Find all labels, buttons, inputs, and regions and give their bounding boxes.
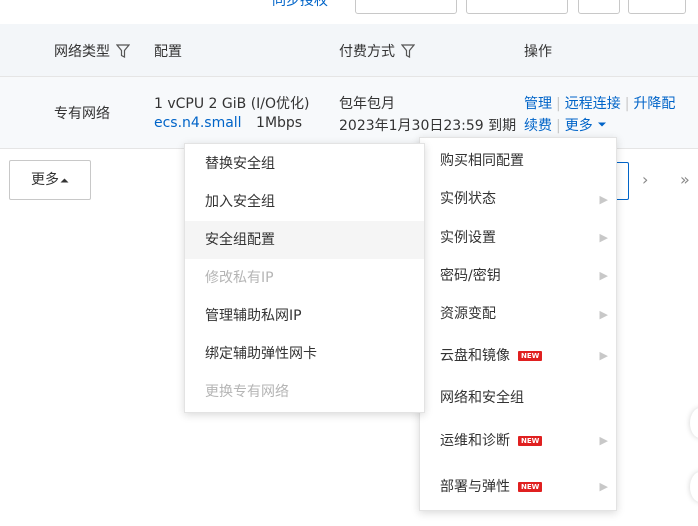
divider: |	[556, 96, 561, 112]
new-badge: NEW	[518, 436, 543, 446]
actions-line-2: 续费 | 更多	[524, 115, 607, 135]
next-page-icon[interactable]: ›	[642, 170, 648, 189]
more-menu-item-label: 部署与弹性	[440, 479, 510, 495]
config-spec: 1 vCPU 2 GiB (I/O优化)	[154, 96, 310, 112]
toolbar-icon-button-2[interactable]	[628, 0, 686, 14]
more-actions-menu: 购买相同配置 实例状态 ▶ 实例设置 ▶ 密码/密钥 ▶ 资源变配 ▶ 云盘和镜像 NEW ▶ 网络和安…	[419, 137, 617, 511]
floating-help-button[interactable]	[690, 408, 698, 438]
security-menu-item-label: 修改私有IP	[205, 270, 274, 286]
security-menu-item: 修改私有IP	[185, 259, 424, 297]
more-menu-item-label: 密码/密钥	[440, 268, 501, 284]
more-menu-item-label: 云盘和镜像	[440, 348, 510, 364]
more-menu-item-label: 网络和安全组	[440, 390, 524, 406]
toolbar-button-2[interactable]	[466, 0, 568, 14]
more-menu-item-label: 实例状态	[440, 191, 496, 207]
more-actions-label: 更多	[564, 118, 593, 134]
actions-line-1: 管理 | 远程连接 | 升降配	[524, 93, 675, 113]
billing-type: 包年包月	[339, 96, 395, 112]
security-menu-item-label: 绑定辅助弹性网卡	[205, 346, 317, 362]
network-type-cell: 专有网络	[54, 106, 110, 122]
header-network-type-label: 网络类型	[54, 44, 110, 60]
last-page-icon[interactable]: »	[680, 170, 690, 189]
toolbar-button-1[interactable]	[355, 0, 457, 14]
divider: |	[556, 118, 561, 134]
security-menu-item-label: 管理辅助私网IP	[205, 308, 302, 324]
table-header: 网络类型 配置 付费方式 操作	[0, 24, 698, 77]
upgrade-link[interactable]: 升降配	[633, 96, 675, 112]
security-menu-item-label: 替换安全组	[205, 156, 275, 172]
header-config: 配置	[154, 44, 182, 60]
config-type-line: ecs.n4.small 1Mbps	[154, 115, 302, 131]
submenu-arrow-icon: ▶	[599, 231, 608, 244]
header-billing: 付费方式	[339, 41, 415, 61]
more-menu-item[interactable]: 云盘和镜像 NEW ▶	[420, 334, 616, 378]
submenu-arrow-icon: ▶	[599, 193, 608, 206]
security-menu-item[interactable]: 管理辅助私网IP	[185, 297, 424, 335]
security-menu-item[interactable]: 替换安全组	[185, 145, 424, 183]
security-menu-item-label: 更换专有网络	[205, 384, 289, 400]
divider: |	[624, 96, 630, 112]
security-menu-item[interactable]: 绑定辅助弹性网卡	[185, 335, 424, 373]
security-menu-item: 更换专有网络	[185, 373, 424, 411]
bandwidth: 1Mbps	[256, 115, 303, 131]
header-actions: 操作	[524, 44, 552, 60]
more-menu-item[interactable]: 部署与弹性 NEW ▶	[420, 464, 616, 510]
more-menu-item-label: 购买相同配置	[440, 153, 524, 169]
submenu-arrow-icon: ▶	[599, 480, 608, 493]
security-menu-item[interactable]: 加入安全组	[185, 183, 424, 221]
more-menu-item[interactable]: 购买相同配置	[420, 142, 616, 180]
submenu-arrow-icon: ▶	[599, 269, 608, 282]
submenu-arrow-icon: ▶	[599, 308, 608, 321]
new-badge: NEW	[518, 482, 543, 492]
header-billing-label: 付费方式	[339, 44, 395, 60]
caret-down-icon	[597, 122, 606, 127]
more-menu-item[interactable]: 实例状态 ▶	[420, 180, 616, 219]
more-menu-item[interactable]: 网络和安全组	[420, 378, 616, 418]
security-menu-item[interactable]: 安全组配置	[185, 221, 424, 259]
top-link[interactable]: 同步授权	[272, 0, 328, 10]
more-menu-item[interactable]: 运维和诊断 NEW ▶	[420, 418, 616, 464]
more-actions-link[interactable]: 更多	[565, 118, 607, 134]
toolbar-icon-button-1[interactable]	[578, 0, 620, 14]
security-group-submenu: 替换安全组加入安全组安全组配置修改私有IP 管理辅助私网IP 绑定辅助弹性网卡 更换专…	[184, 143, 425, 413]
remote-connect-link[interactable]: 远程连接	[565, 96, 621, 112]
security-menu-item-label: 加入安全组	[205, 194, 275, 210]
batch-more-button[interactable]: 更多	[9, 160, 91, 200]
more-menu-item-label: 运维和诊断	[440, 433, 510, 449]
filter-icon[interactable]	[116, 44, 130, 58]
more-menu-item[interactable]: 实例设置 ▶	[420, 219, 616, 257]
caret-up-icon	[60, 178, 69, 183]
new-badge: NEW	[518, 351, 543, 361]
more-menu-item[interactable]: 资源变配 ▶	[420, 295, 616, 334]
submenu-arrow-icon: ▶	[599, 349, 608, 362]
instance-type-link[interactable]: ecs.n4.small	[154, 115, 242, 131]
toolbar: 同步授权	[0, 0, 698, 24]
submenu-arrow-icon: ▶	[599, 434, 608, 447]
floating-feedback-button[interactable]	[690, 472, 698, 502]
renew-link[interactable]: 续费	[524, 118, 552, 134]
batch-more-label: 更多	[31, 172, 59, 188]
security-menu-item-label: 安全组配置	[205, 232, 275, 248]
filter-icon[interactable]	[401, 44, 415, 58]
expire-date: 2023年1月30日23:59 到期	[339, 118, 517, 134]
header-network-type: 网络类型	[54, 41, 130, 61]
manage-link[interactable]: 管理	[524, 96, 552, 112]
more-menu-item[interactable]: 密码/密钥 ▶	[420, 257, 616, 295]
more-menu-item-label: 资源变配	[440, 306, 496, 322]
more-menu-item-label: 实例设置	[440, 230, 496, 246]
